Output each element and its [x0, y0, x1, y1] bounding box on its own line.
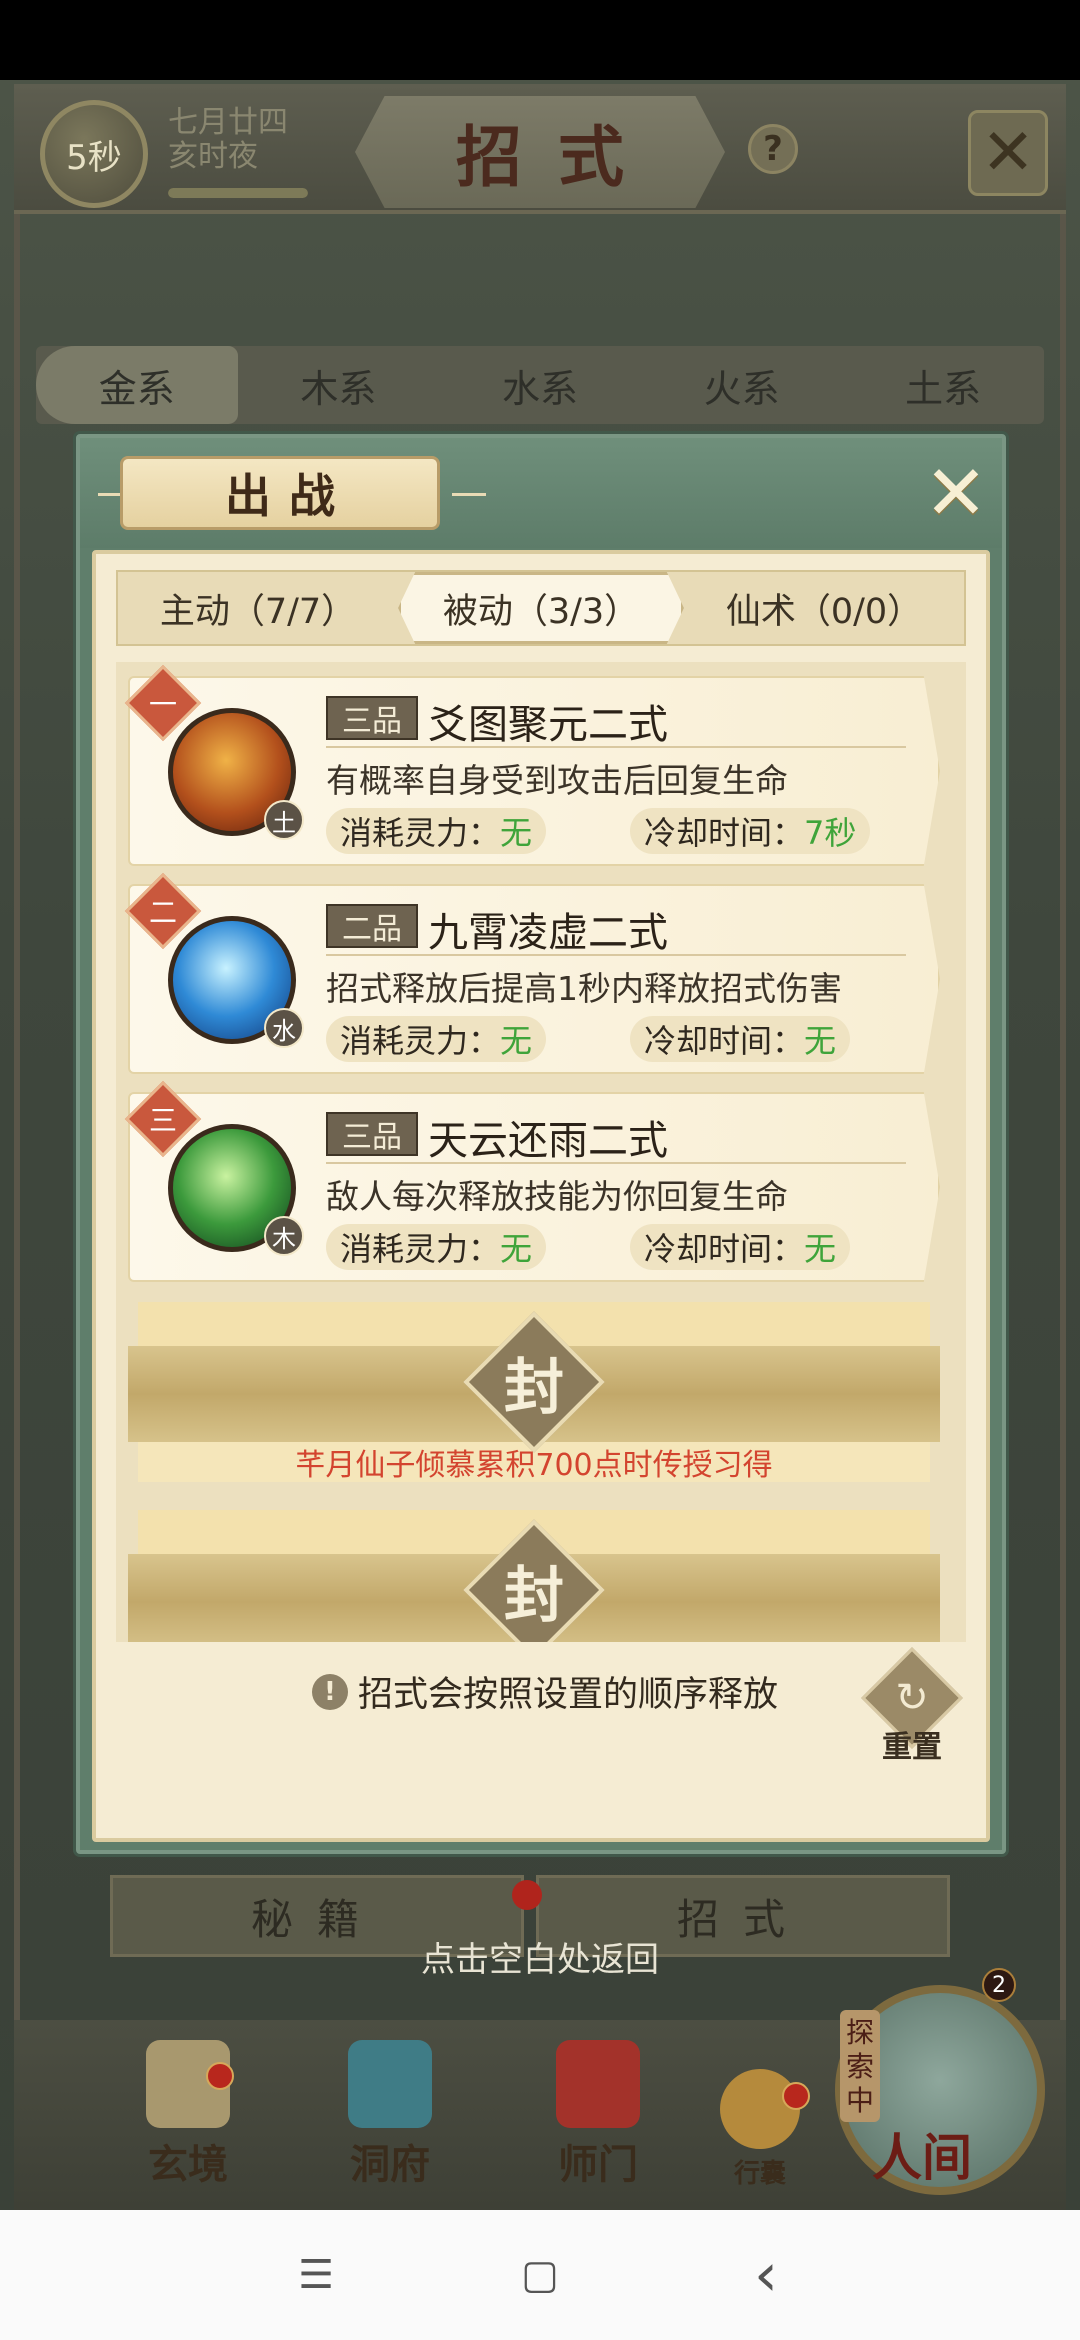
return-hint: 点击空白处返回 [421, 1940, 659, 1980]
tab-immortal-arts[interactable]: 仙术（0/0） [684, 572, 964, 644]
skill-type-tabs: 主动（7/7） 被动（3/3） 仙术（0/0） [116, 570, 966, 646]
skill-card[interactable]: 木 三品 天云还雨二式 敌人每次释放技能为你回复生命 消耗灵力： 无 冷却时间：… [128, 1092, 940, 1282]
title-ornament [452, 493, 486, 496]
stat-value: 无 [804, 1230, 837, 1268]
seal-char: 封 [504, 1352, 564, 1423]
skill-description: 招式释放后提高1秒内释放招式伤害 [326, 969, 842, 1008]
battle-skills-modal: 出战 ✕ 主动（7/7） 被动（3/3） 仙术（0/0） 土 三品 爻图聚元二式… [76, 434, 1006, 1854]
element-tabs: 金系 木系 水系 火系 土系 [36, 346, 1044, 424]
stat-label: 消耗灵力： [340, 1022, 501, 1060]
timer-badge: 5秒 [40, 100, 148, 208]
stat-value: 无 [500, 814, 533, 852]
tab-metal[interactable]: 金系 [36, 346, 238, 424]
close-icon[interactable]: ✕ [918, 455, 994, 534]
notification-dot [512, 1880, 542, 1910]
element-badge: 木 [264, 1216, 304, 1256]
stat-label: 冷却时间： [644, 814, 805, 852]
menu-icon[interactable]: ☰ [286, 2250, 346, 2300]
reset-button[interactable]: ↻ 重置 [861, 1647, 963, 1765]
stat-label: 冷却时间： [644, 1022, 805, 1060]
rank-number: 一 [148, 688, 177, 721]
nav-label: 师门 [558, 2141, 638, 2188]
stat-value: 无 [804, 1022, 837, 1060]
banner-icon [556, 2040, 640, 2128]
nav-item-xuanjing[interactable]: 玄境 [118, 2040, 258, 2190]
nav-item-dongfu[interactable]: 洞府 [320, 2040, 460, 2190]
time-progress-fill [168, 188, 308, 198]
order-hint-text: 招式会按照设置的顺序释放 [357, 1675, 778, 1715]
cooldown: 冷却时间： 无 [630, 1016, 851, 1062]
spirit-cost: 消耗灵力： 无 [326, 1016, 547, 1062]
skill-list[interactable]: 土 三品 爻图聚元二式 有概率自身受到攻击后回复生命 消耗灵力： 无 冷却时间：… [116, 662, 966, 1642]
status-bar [0, 0, 1080, 80]
skill-description: 有概率自身受到攻击后回复生命 [326, 761, 788, 800]
grade-tag: 三品 [326, 696, 418, 740]
nav-label: 行囊 [733, 2159, 786, 2189]
skill-name: 九霄凌虚二式 [428, 910, 668, 956]
nav-item-xingnang[interactable]: 行囊 [700, 2040, 820, 2190]
nav-item-shimen[interactable]: 师门 [528, 2040, 668, 2190]
element-badge: 土 [264, 800, 304, 840]
tab-water[interactable]: 水系 [439, 346, 641, 424]
page-title-plaque: 招式 [355, 96, 725, 208]
notification-dot [206, 2062, 234, 2090]
divider [326, 746, 906, 748]
modal-title: 出战 [120, 456, 440, 530]
skill-name: 天云还雨二式 [428, 1118, 668, 1164]
tab-active-skills[interactable]: 主动（7/7） [118, 572, 398, 644]
divider [326, 1162, 906, 1164]
pavilion-icon [348, 2040, 432, 2128]
sealed-slot[interactable]: 封 [128, 1510, 940, 1642]
rank-number: 二 [148, 896, 177, 929]
modal-body: 主动（7/7） 被动（3/3） 仙术（0/0） 土 三品 爻图聚元二式 有概率自… [92, 550, 990, 1842]
home-icon[interactable]: ▢ [510, 2250, 570, 2300]
spirit-cost: 消耗灵力： 无 [326, 1224, 547, 1270]
date-line-1: 七月廿四 [168, 105, 288, 140]
notification-dot [782, 2082, 810, 2110]
element-badge: 水 [264, 1008, 304, 1048]
tab-passive-skills[interactable]: 被动（3/3） [398, 572, 684, 644]
tab-earth[interactable]: 土系 [842, 346, 1044, 424]
divider [326, 954, 906, 956]
date-line-2: 亥时夜 [168, 139, 258, 174]
stat-value: 7秒 [804, 814, 857, 852]
explore-status-tag: 探索中 [840, 2010, 880, 2122]
date-text: 七月廿四 亥时夜 [168, 106, 288, 174]
unlock-requirement: 芊月仙子倾慕累积700点时传授习得 [295, 1448, 773, 1483]
skill-name: 爻图聚元二式 [428, 702, 668, 748]
reset-label: 重置 [882, 1730, 942, 1765]
stat-label: 冷却时间： [644, 1230, 805, 1268]
bag-icon [720, 2069, 800, 2149]
tab-fire[interactable]: 火系 [641, 346, 843, 424]
grade-tag: 二品 [326, 904, 418, 948]
spirit-cost: 消耗灵力： 无 [326, 808, 547, 854]
page-close-button[interactable]: ✕ [968, 110, 1048, 196]
help-icon[interactable]: ? [748, 124, 798, 174]
rank-number: 三 [148, 1104, 177, 1137]
seal-char: 封 [504, 1560, 564, 1631]
stat-value: 无 [500, 1022, 533, 1060]
stat-label: 消耗灵力： [340, 814, 501, 852]
stat-label: 消耗灵力： [340, 1230, 501, 1268]
sealed-slot[interactable]: 封 芊月仙子倾慕累积700点时传授习得 [128, 1302, 940, 1483]
skill-card[interactable]: 水 二品 九霄凌虚二式 招式释放后提高1秒内释放招式伤害 消耗灵力： 无 冷却时… [128, 884, 940, 1074]
grade-tag: 三品 [326, 1112, 418, 1156]
world-badge: 2 [982, 1968, 1016, 2002]
time-progress-bar [168, 188, 308, 198]
cooldown: 冷却时间： 无 [630, 1224, 851, 1270]
skill-description: 敌人每次释放技能为你回复生命 [326, 1177, 788, 1216]
cooldown: 冷却时间： 7秒 [630, 808, 871, 854]
order-hint: ! 招式会按照设置的顺序释放 [96, 1666, 994, 1717]
page-title: 招式 [456, 118, 660, 196]
stat-value: 无 [500, 1230, 533, 1268]
info-icon: ! [311, 1673, 348, 1710]
skill-card[interactable]: 土 三品 爻图聚元二式 有概率自身受到攻击后回复生命 消耗灵力： 无 冷却时间：… [128, 676, 940, 866]
nav-label: 洞府 [350, 2141, 430, 2188]
world-label: 人间 [872, 2128, 972, 2187]
back-icon[interactable]: ‹ [736, 2240, 796, 2310]
nav-label: 玄境 [148, 2141, 228, 2188]
tab-wood[interactable]: 木系 [238, 346, 440, 424]
